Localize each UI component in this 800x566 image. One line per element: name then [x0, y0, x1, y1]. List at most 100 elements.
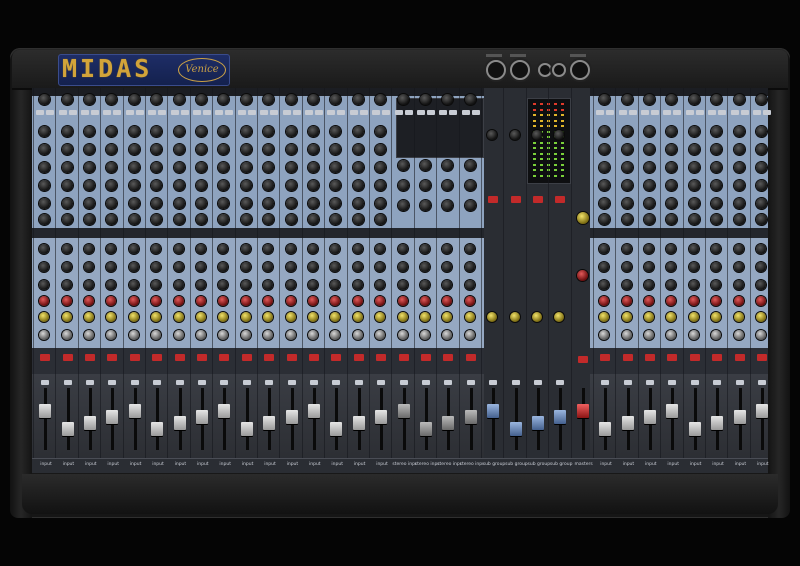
aux-knob[interactable]: [285, 244, 296, 254]
input-button[interactable]: [327, 110, 336, 115]
channel-fader[interactable]: [397, 404, 410, 418]
eq-knob[interactable]: [733, 198, 745, 209]
aux-knob[interactable]: [397, 296, 408, 306]
aux-knob[interactable]: [688, 262, 699, 272]
aux-knob[interactable]: [128, 262, 139, 272]
eq-knob[interactable]: [756, 126, 767, 137]
aux-knob[interactable]: [397, 280, 408, 290]
aux-knob[interactable]: [688, 280, 699, 290]
master-knob[interactable]: [576, 270, 588, 281]
solo-button[interactable]: [175, 380, 184, 385]
eq-knob[interactable]: [61, 144, 73, 155]
gain-knob[interactable]: [61, 94, 73, 105]
eq-knob[interactable]: [240, 198, 252, 209]
input-button[interactable]: [753, 110, 761, 115]
channel-fader[interactable]: [330, 422, 343, 436]
gain-knob[interactable]: [352, 94, 364, 105]
mute-button[interactable]: [174, 354, 185, 361]
input-button[interactable]: [628, 110, 637, 115]
channel-fader[interactable]: [688, 422, 701, 436]
eq-knob[interactable]: [128, 162, 140, 173]
aux-knob[interactable]: [756, 312, 766, 322]
mute-button[interactable]: [62, 354, 73, 361]
eq-knob[interactable]: [733, 214, 745, 225]
aux-knob[interactable]: [308, 244, 318, 254]
input-button[interactable]: [618, 110, 627, 115]
aux-knob[interactable]: [128, 312, 139, 322]
eq-knob[interactable]: [733, 144, 745, 155]
eq-knob[interactable]: [308, 126, 319, 137]
aux-knob[interactable]: [61, 296, 72, 306]
solo-button[interactable]: [265, 380, 274, 385]
eq-knob[interactable]: [128, 144, 140, 155]
input-button[interactable]: [763, 110, 771, 115]
mute-button[interactable]: [107, 354, 118, 361]
aux-knob[interactable]: [644, 296, 654, 306]
solo-button[interactable]: [332, 380, 341, 385]
eq-knob[interactable]: [688, 162, 700, 173]
eq-knob[interactable]: [173, 214, 185, 225]
channel-fader[interactable]: [644, 410, 656, 424]
gain-knob[interactable]: [84, 94, 95, 105]
eq-knob[interactable]: [644, 162, 655, 173]
eq-knob[interactable]: [308, 144, 319, 155]
eq-knob[interactable]: [173, 144, 185, 155]
aux-knob[interactable]: [308, 262, 318, 272]
input-button[interactable]: [641, 110, 649, 115]
input-button[interactable]: [471, 110, 480, 115]
aux-knob[interactable]: [688, 312, 699, 322]
aux-knob[interactable]: [173, 296, 184, 306]
eq-knob[interactable]: [352, 126, 364, 137]
gain-knob[interactable]: [308, 94, 319, 105]
aux-knob[interactable]: [128, 244, 139, 254]
subgroup-button[interactable]: [488, 196, 499, 203]
solo-button[interactable]: [556, 380, 565, 385]
channel-fader[interactable]: [464, 410, 477, 424]
aux-knob[interactable]: [285, 296, 296, 306]
eq-knob[interactable]: [285, 144, 297, 155]
input-button[interactable]: [125, 110, 134, 115]
mute-button[interactable]: [353, 354, 364, 361]
channel-fader[interactable]: [420, 422, 432, 436]
eq-knob[interactable]: [621, 126, 633, 137]
eq-knob[interactable]: [621, 180, 633, 191]
aux-knob[interactable]: [352, 312, 363, 322]
input-button[interactable]: [103, 110, 112, 115]
channel-fader[interactable]: [487, 404, 500, 418]
input-button[interactable]: [740, 110, 749, 115]
solo-button[interactable]: [130, 380, 139, 385]
solo-button[interactable]: [623, 380, 632, 385]
mute-button[interactable]: [645, 354, 655, 361]
aux-knob[interactable]: [756, 280, 766, 290]
mute-button[interactable]: [152, 354, 163, 361]
channel-fader[interactable]: [218, 404, 231, 418]
aux-knob[interactable]: [285, 312, 296, 322]
solo-button[interactable]: [422, 380, 430, 385]
channel-fader[interactable]: [599, 422, 612, 436]
aux-knob[interactable]: [644, 280, 654, 290]
mute-button[interactable]: [241, 354, 252, 361]
eq-knob[interactable]: [756, 198, 767, 209]
gain-knob[interactable]: [621, 94, 633, 105]
solo-button[interactable]: [220, 380, 229, 385]
eq-knob[interactable]: [308, 180, 319, 191]
aux-knob[interactable]: [644, 262, 654, 272]
eq-knob[interactable]: [688, 214, 700, 225]
input-button[interactable]: [260, 110, 269, 115]
master-knob[interactable]: [576, 212, 589, 224]
gain-knob[interactable]: [688, 94, 700, 105]
aux-knob[interactable]: [308, 296, 318, 306]
mute-button[interactable]: [376, 354, 387, 361]
aux-knob[interactable]: [464, 280, 475, 290]
aux-knob[interactable]: [733, 262, 744, 272]
aux-knob[interactable]: [196, 244, 206, 254]
aux-knob[interactable]: [756, 262, 766, 272]
input-button[interactable]: [708, 110, 717, 115]
channel-fader[interactable]: [733, 410, 746, 424]
eq-knob[interactable]: [733, 162, 745, 173]
aux-knob[interactable]: [285, 262, 296, 272]
aux-knob[interactable]: [733, 312, 744, 322]
aux-knob[interactable]: [240, 296, 251, 306]
aux-knob[interactable]: [644, 312, 654, 322]
aux-knob[interactable]: [61, 280, 72, 290]
